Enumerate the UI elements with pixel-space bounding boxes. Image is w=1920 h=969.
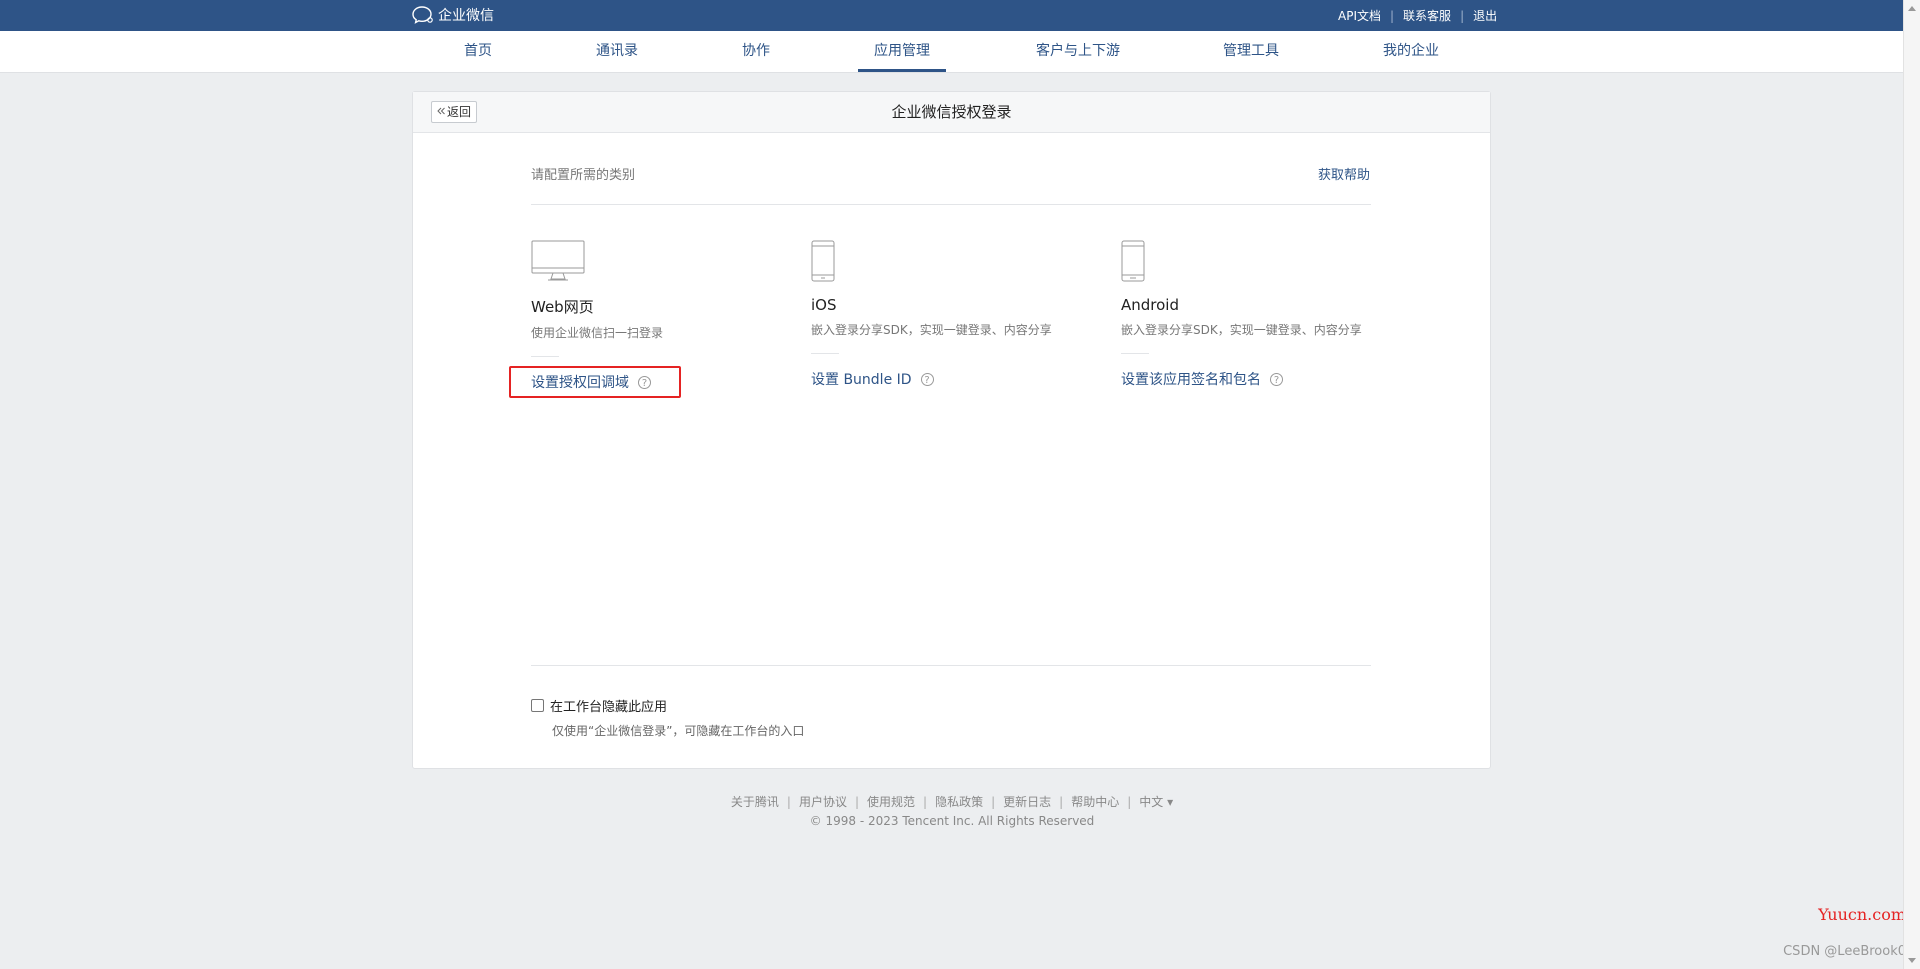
separator: | <box>1127 795 1132 809</box>
platform-ios: iOS 嵌入登录分享SDK，实现一键登录、内容分享 设置 Bundle ID ? <box>811 240 1091 389</box>
card-header: 企业微信授权登录 返回 <box>413 92 1490 133</box>
platform-desc: 嵌入登录分享SDK，实现一键登录、内容分享 <box>811 323 1052 337</box>
footer-help-center-link[interactable]: 帮助中心 <box>1071 795 1119 809</box>
nav-management-tools[interactable]: 管理工具 <box>1221 31 1281 72</box>
nav-collaboration[interactable]: 协作 <box>740 31 772 72</box>
platform-title: iOS <box>811 296 837 314</box>
nav-customers[interactable]: 客户与上下游 <box>1034 31 1122 72</box>
wecom-logo-icon <box>412 6 434 24</box>
action-label: 设置 Bundle ID <box>811 372 912 388</box>
separator: | <box>923 795 928 809</box>
phone-icon <box>811 240 1091 282</box>
hide-in-workbench-label: 在工作台隐藏此应用 <box>550 700 668 715</box>
divider <box>531 665 1371 666</box>
brand-name: 企业微信 <box>438 8 494 24</box>
platform-web: Web网页 使用企业微信扫一扫登录 设置授权回调域 ? <box>531 240 811 392</box>
help-question-icon[interactable]: ? <box>920 372 934 386</box>
nav-contacts[interactable]: 通讯录 <box>594 31 640 72</box>
footer-changelog-link[interactable]: 更新日志 <box>1003 795 1051 809</box>
platform-title: Android <box>1121 296 1179 314</box>
set-signature-package-link[interactable]: 设置该应用签名和包名 ? <box>1121 369 1401 389</box>
main-card: 企业微信授权登录 返回 请配置所需的类别 获取帮助 Web网页 使用企业微信扫一… <box>412 91 1491 769</box>
copyright: © 1998 - 2023 Tencent Inc. All Rights Re… <box>809 814 1095 828</box>
footer-rules-link[interactable]: 使用规范 <box>867 795 915 809</box>
separator: | <box>786 795 791 809</box>
help-link[interactable]: 获取帮助 <box>1318 164 1370 183</box>
action-label: 设置授权回调域 <box>531 375 629 391</box>
author-watermark: CSDN @LeeBrook0 <box>1783 944 1906 959</box>
scrollbar[interactable] <box>1903 0 1920 969</box>
language-select[interactable]: 中文 ▾ <box>1139 795 1173 809</box>
scroll-down-arrow-icon[interactable] <box>1908 958 1916 963</box>
separator: | <box>1390 8 1395 23</box>
back-button[interactable]: 返回 <box>431 101 478 123</box>
page-title: 企业微信授权登录 <box>891 103 1012 121</box>
main-nav: 首页 通讯录 协作 应用管理 客户与上下游 管理工具 我的企业 <box>0 31 1904 73</box>
separator: | <box>1460 8 1465 23</box>
back-label: 返回 <box>447 105 472 119</box>
footer-terms-link[interactable]: 用户协议 <box>799 795 847 809</box>
platform-title: Web网页 <box>531 298 594 316</box>
brand[interactable]: 企业微信 <box>412 5 494 25</box>
top-links: API文档 | 联系客服 | 退出 <box>1338 7 1497 24</box>
divider <box>531 204 1371 205</box>
nav-app-management[interactable]: 应用管理 <box>858 31 946 72</box>
hide-in-workbench-option[interactable]: 在工作台隐藏此应用 <box>531 696 667 715</box>
footer-about-link[interactable]: 关于腾讯 <box>731 795 779 809</box>
action-label: 设置该应用签名和包名 <box>1121 372 1261 388</box>
contact-support-link[interactable]: 联系客服 <box>1403 7 1451 24</box>
set-bundle-id-link[interactable]: 设置 Bundle ID ? <box>811 369 1091 389</box>
platform-desc: 嵌入登录分享SDK，实现一键登录、内容分享 <box>1121 323 1362 337</box>
divider <box>811 353 839 354</box>
scroll-up-arrow-icon[interactable] <box>1908 6 1916 11</box>
site-watermark: Yuucn.com <box>1818 905 1906 924</box>
divider <box>531 356 559 357</box>
separator: | <box>854 795 860 809</box>
phone-icon <box>1121 240 1401 282</box>
footer-links: 关于腾讯 | 用户协议 | 使用规范 | 隐私政策 | 更新日志 | 帮助中心 | 中文 ▾ <box>0 793 1904 810</box>
platform-desc: 使用企业微信扫一扫登录 <box>531 326 664 340</box>
nav-my-enterprise[interactable]: 我的企业 <box>1381 31 1441 72</box>
double-chevron-left-icon <box>436 101 446 123</box>
help-question-icon[interactable]: ? <box>1270 372 1283 386</box>
top-bar: 企业微信 API文档 | 联系客服 | 退出 <box>0 0 1904 31</box>
section-label: 请配置所需的类别 <box>531 168 636 183</box>
set-callback-domain-link[interactable]: 设置授权回调域 ? <box>531 372 811 392</box>
api-docs-link[interactable]: API文档 <box>1338 7 1381 24</box>
nav-home[interactable]: 首页 <box>462 31 494 72</box>
hide-in-workbench-note: 仅使用“企业微信登录”，可隐藏在工作台的入口 <box>552 724 805 738</box>
divider <box>1121 353 1149 354</box>
footer-privacy-link[interactable]: 隐私政策 <box>935 795 983 809</box>
monitor-icon <box>531 240 811 282</box>
hide-in-workbench-checkbox[interactable] <box>531 699 544 712</box>
separator: | <box>991 795 996 809</box>
separator: | <box>1059 795 1064 809</box>
logout-link[interactable]: 退出 <box>1473 7 1497 24</box>
platform-android: Android 嵌入登录分享SDK，实现一键登录、内容分享 设置该应用签名和包名… <box>1121 240 1401 389</box>
help-question-icon[interactable]: ? <box>638 375 651 389</box>
